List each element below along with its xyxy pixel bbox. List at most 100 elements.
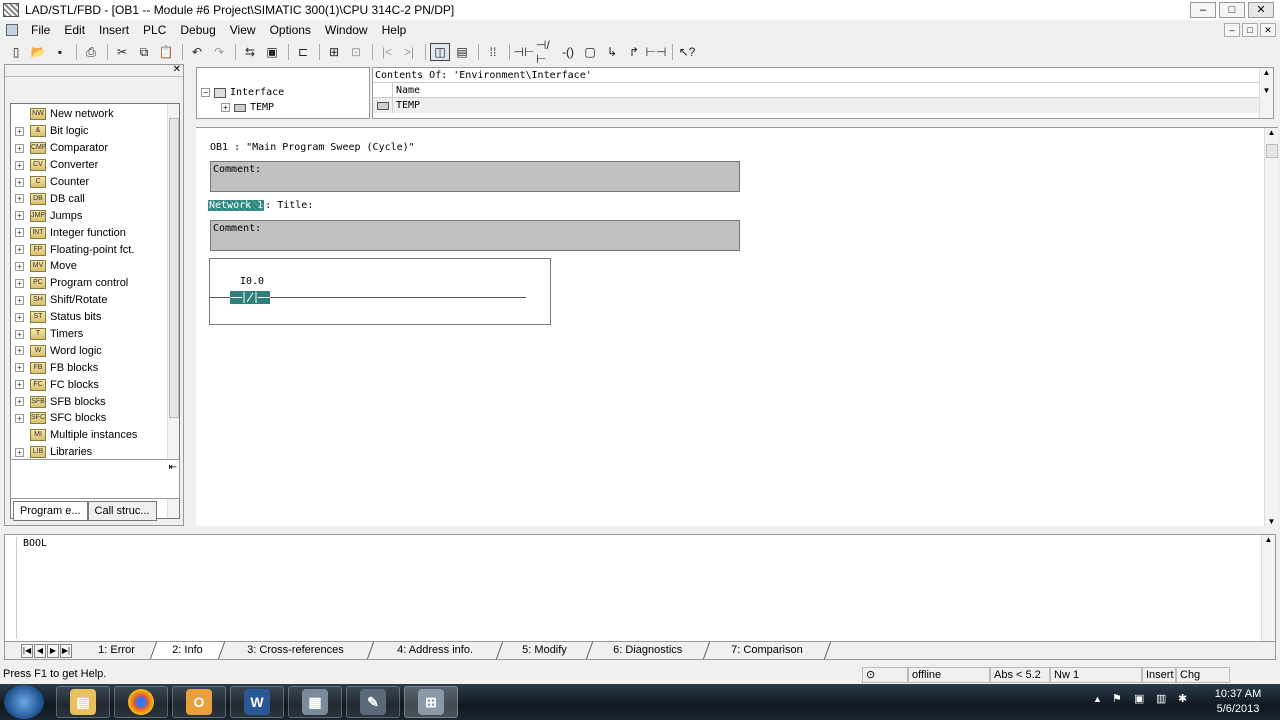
catalog-item[interactable]: + INT Integer function [11, 224, 179, 241]
tab-address-info[interactable]: 4: Address info. [367, 642, 503, 659]
contact-no-icon[interactable]: ⊣⊢ [514, 43, 535, 61]
simatic-manager-task-button[interactable]: ▦ [288, 686, 342, 718]
catalog-item[interactable]: + C Counter [11, 174, 179, 191]
close-button[interactable]: ✕ [1248, 2, 1274, 18]
start-button[interactable] [4, 685, 44, 719]
interface-root[interactable]: − Interface [197, 85, 369, 100]
help-pointer-icon[interactable]: ↖? [677, 43, 697, 61]
menu-window[interactable]: Window [318, 23, 375, 37]
editor-scrollbar[interactable]: ▲ ▼ [1264, 128, 1278, 526]
tab-first-icon[interactable]: |◀ [21, 643, 33, 658]
catalog-item[interactable]: + SFB SFB blocks [11, 393, 179, 410]
explorer-task-button[interactable]: ▤ [56, 686, 110, 718]
expand-icon[interactable]: + [15, 143, 24, 153]
expand-icon[interactable]: + [15, 261, 24, 271]
word-task-button[interactable]: W [230, 686, 284, 718]
connection-icon[interactable]: ⊢⊣ [646, 43, 667, 61]
details-icon[interactable]: ▤ [452, 43, 472, 61]
catalog-item[interactable]: + MV Move [11, 258, 179, 275]
tray-expand-icon[interactable]: ▲ [1093, 694, 1102, 704]
output-scrollbar[interactable]: ▲ [1261, 535, 1275, 641]
expand-icon[interactable]: + [15, 363, 24, 373]
expand-icon[interactable]: + [15, 346, 24, 356]
compare-icon[interactable]: ⊏ [293, 43, 313, 61]
catalog-item[interactable]: MI Multiple instances [11, 427, 179, 444]
expand-icon[interactable]: + [15, 413, 24, 423]
tab-prev-icon[interactable]: ◀ [34, 643, 46, 658]
menu-debug[interactable]: Debug [173, 23, 222, 37]
redo-icon[interactable]: ↷ [209, 43, 229, 61]
menu-help[interactable]: Help [375, 23, 414, 37]
tray-app-icon[interactable]: ▣ [1134, 692, 1144, 705]
overview-icon[interactable]: ◫ [430, 43, 450, 61]
menu-view[interactable]: View [223, 23, 263, 37]
catalog-item[interactable]: + & Bit logic [11, 123, 179, 140]
open-icon[interactable]: 📂 [28, 43, 48, 61]
menu-options[interactable]: Options [263, 23, 318, 37]
tab-modify[interactable]: 5: Modify [496, 642, 593, 659]
monitor-icon[interactable]: ▣ [262, 43, 282, 61]
catalog-item[interactable]: + W Word logic [11, 342, 179, 359]
catalog-item[interactable]: + ST Status bits [11, 309, 179, 326]
network-title[interactable]: : Title: [265, 200, 313, 211]
tab-call-structure[interactable]: Call struc... [87, 501, 157, 521]
expand-icon[interactable]: + [15, 329, 24, 339]
interface-row[interactable]: TEMP [373, 98, 1273, 113]
catalog-item[interactable]: + T Timers [11, 326, 179, 343]
tray-network-icon[interactable]: ▥ [1156, 692, 1166, 705]
branch-open-icon[interactable]: ↳ [602, 43, 622, 61]
normally-closed-contact[interactable] [230, 291, 270, 304]
prev-icon[interactable]: |< [377, 43, 397, 61]
tool-task-button[interactable]: ✎ [346, 686, 400, 718]
box-icon[interactable]: ▢ [580, 43, 600, 61]
catalog-item[interactable]: + FP Floating-point fct. [11, 241, 179, 258]
output-grip[interactable] [7, 537, 17, 639]
network-icon[interactable]: ⁞⁞ [483, 43, 503, 61]
tab-info[interactable]: 2: Info [150, 642, 225, 659]
ladder-editor[interactable]: OB1 : "Main Program Sweep (Cycle)" Comme… [196, 127, 1278, 526]
menu-file[interactable]: File [24, 23, 57, 37]
contact-nc-icon[interactable]: ⊣/⊢ [536, 38, 556, 66]
doc-close-button[interactable]: ✕ [1260, 23, 1276, 37]
tray-volume-icon[interactable]: ✱ [1178, 692, 1187, 705]
menu-plc[interactable]: PLC [136, 23, 173, 37]
tab-program-elements[interactable]: Program e... [13, 501, 88, 521]
catalog-scrollbar[interactable] [167, 104, 179, 518]
tray-flag-icon[interactable]: ⚑ [1112, 692, 1122, 705]
print-icon[interactable]: ⎙ [81, 43, 101, 61]
catalog-item[interactable]: + JMP Jumps [11, 207, 179, 224]
stop-icon[interactable]: ⊞ [324, 43, 344, 61]
catalog-item[interactable]: + FB FB blocks [11, 359, 179, 376]
expand-icon[interactable]: + [15, 211, 24, 221]
expand-icon[interactable]: + [15, 228, 24, 238]
tab-comparison[interactable]: 7: Comparison [704, 642, 832, 659]
network-label[interactable]: Network 1 [206, 199, 266, 212]
menu-edit[interactable]: Edit [57, 23, 92, 37]
expand-icon[interactable]: + [15, 312, 24, 322]
panel-close-icon[interactable]: ✕ [173, 65, 181, 75]
document-icon[interactable] [6, 24, 18, 36]
paste-icon[interactable]: 📋 [156, 43, 176, 61]
expand-icon[interactable]: + [15, 295, 24, 305]
copy-icon[interactable]: ⧉ [134, 43, 154, 61]
expand-icon[interactable]: + [15, 177, 24, 187]
tab-error[interactable]: 1: Error [76, 642, 157, 659]
expand-icon[interactable]: + [15, 447, 24, 457]
catalog-item[interactable]: + SH Shift/Rotate [11, 292, 179, 309]
doc-minimize-button[interactable]: – [1224, 23, 1240, 37]
catalog-item[interactable]: + SFC SFC blocks [11, 410, 179, 427]
expand-icon[interactable]: + [15, 194, 24, 204]
tab-next-icon[interactable]: ▶ [47, 643, 59, 658]
catalog-item[interactable]: + CV Converter [11, 157, 179, 174]
doc-restore-button[interactable]: □ [1242, 23, 1258, 37]
expand-icon[interactable]: + [15, 397, 24, 407]
minimize-button[interactable]: – [1190, 2, 1216, 18]
tab-diagnostics[interactable]: 6: Diagnostics [586, 642, 711, 659]
block-comment[interactable]: Comment: [210, 161, 740, 192]
interface-temp-node[interactable]: + TEMP [197, 100, 369, 115]
cut-icon[interactable]: ✂ [112, 43, 132, 61]
network-comment[interactable]: Comment: [210, 220, 740, 251]
catalog-item[interactable]: + DB DB call [11, 190, 179, 207]
coil-icon[interactable]: -() [558, 43, 578, 61]
expand-icon[interactable]: + [15, 160, 24, 170]
